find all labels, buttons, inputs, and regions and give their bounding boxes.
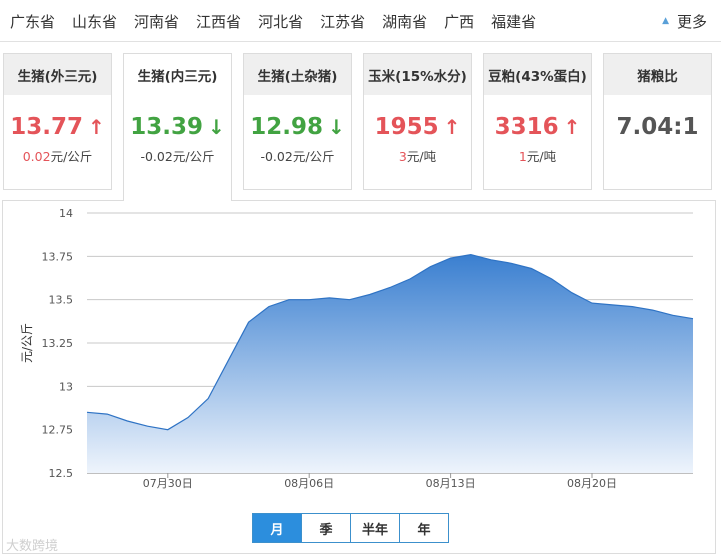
chart-panel: 12.5 12.75 13 13.25 13.5 13.75 14 07月30日 08月06日 0…	[2, 200, 716, 554]
y-tick-label: 12.5	[49, 467, 74, 480]
card-change-value: 1	[518, 149, 527, 164]
data-point	[631, 305, 633, 307]
card-title: 生猪(土杂猪)	[244, 54, 351, 95]
price-card[interactable]: 生猪(内三元) 13.39 ↓ -0.02元/公斤	[123, 53, 232, 201]
data-point	[369, 293, 371, 295]
province-link[interactable]: 广西	[444, 11, 474, 32]
x-tick-label: 08月20日	[567, 477, 617, 490]
arrow-up-icon: ↑	[563, 115, 581, 139]
province-link[interactable]: 江西省	[196, 11, 241, 32]
data-point	[672, 314, 674, 316]
data-point	[591, 302, 593, 304]
province-link[interactable]: 河北省	[258, 11, 303, 32]
y-tick-label: 13	[59, 380, 73, 393]
data-point	[409, 278, 411, 280]
card-title: 生猪(内三元)	[124, 54, 231, 95]
card-change-unit: 元/公斤	[50, 149, 93, 164]
arrow-up-icon: ↑	[443, 115, 461, 139]
price-card[interactable]: 豆粕(43%蛋白) 3316 ↑ 1元/吨	[483, 53, 592, 190]
more-label: 更多	[676, 12, 707, 31]
card-title: 猪粮比	[604, 54, 711, 95]
card-change-value: 3	[398, 149, 407, 164]
data-point	[126, 420, 128, 422]
card-price: 13.77	[10, 114, 83, 140]
data-point	[429, 266, 431, 268]
card-price: 1955	[374, 114, 439, 140]
data-point	[550, 278, 552, 280]
data-point	[167, 429, 169, 431]
data-point	[571, 292, 573, 294]
data-point	[470, 253, 472, 255]
card-change-unit: 元/吨	[406, 149, 437, 164]
data-point	[247, 321, 249, 323]
card-title: 玉米(15%水分)	[364, 54, 471, 95]
data-point	[86, 411, 88, 413]
card-change-value: 0.02	[22, 149, 51, 164]
card-price: 13.39	[130, 114, 203, 140]
y-tick-label: 13.25	[42, 337, 74, 350]
data-point	[288, 299, 290, 301]
card-price: 12.98	[250, 114, 323, 140]
watermark: 大数跨境	[6, 539, 59, 554]
province-list: 广东省 山东省 河南省 江西省 河北省 江苏省 湖南省 广西 福建省	[10, 0, 553, 42]
province-link[interactable]: 湖南省	[382, 11, 427, 32]
data-point	[187, 416, 189, 418]
y-axis-label: 元/公斤	[20, 323, 34, 363]
data-point	[268, 305, 270, 307]
y-tick-label: 13.5	[49, 294, 74, 307]
x-tick-label: 08月06日	[284, 477, 334, 490]
price-card[interactable]: 玉米(15%水分) 1955 ↑ 3元/吨	[363, 53, 472, 190]
data-point	[207, 397, 209, 399]
range-button[interactable]: 年	[400, 514, 448, 542]
price-card[interactable]: 生猪(外三元) 13.77 ↑ 0.02元/公斤	[3, 53, 112, 190]
data-point	[328, 297, 330, 299]
province-link[interactable]: 山东省	[72, 11, 117, 32]
range-selector: 月季半年年	[252, 513, 449, 543]
province-link[interactable]: 广东省	[10, 11, 55, 32]
card-title: 生猪(外三元)	[4, 54, 111, 95]
data-point	[308, 299, 310, 301]
y-tick-label: 12.75	[42, 424, 74, 437]
x-tick-label: 07月30日	[143, 477, 193, 490]
triangle-up-icon: ▲	[662, 16, 669, 26]
data-point	[449, 257, 451, 259]
arrow-down-icon: ↓	[208, 115, 225, 139]
price-card[interactable]: 猪粮比 7.04:1	[603, 53, 712, 190]
data-point	[611, 304, 613, 306]
data-point	[490, 259, 492, 261]
card-title: 豆粕(43%蛋白)	[484, 54, 591, 95]
y-tick-label: 14	[59, 207, 73, 220]
data-point	[389, 286, 391, 288]
card-change-unit: 元/公斤	[172, 149, 215, 164]
arrow-up-icon: ↑	[88, 115, 105, 139]
price-card[interactable]: 生猪(土杂猪) 12.98 ↓ -0.02元/公斤	[243, 53, 352, 190]
card-change-unit: 元/吨	[526, 149, 557, 164]
province-link[interactable]: 福建省	[491, 11, 536, 32]
data-point	[651, 309, 653, 311]
card-change-value: -0.02	[260, 149, 293, 164]
card-price: 3316	[494, 114, 559, 140]
province-bar: 广东省 山东省 河南省 江西省 河北省 江苏省 湖南省 广西 福建省 ▲ 更多	[0, 0, 721, 42]
x-tick-label: 08月13日	[426, 477, 476, 490]
range-button[interactable]: 季	[302, 514, 351, 542]
range-button[interactable]: 月	[253, 514, 302, 542]
card-price: 7.04:1	[616, 114, 699, 140]
data-point	[348, 299, 350, 301]
data-point	[227, 359, 229, 361]
price-area-chart: 12.5 12.75 13 13.25 13.5 13.75 14 07月30日 08月06日 0…	[20, 207, 694, 490]
card-change-unit: 元/公斤	[292, 149, 335, 164]
province-link[interactable]: 江苏省	[320, 11, 365, 32]
card-change-value: -0.02	[140, 149, 173, 164]
y-tick-label: 13.75	[42, 250, 74, 263]
province-link[interactable]: 河南省	[134, 11, 179, 32]
data-point	[146, 425, 148, 427]
more-button[interactable]: ▲ 更多	[662, 0, 707, 42]
data-point	[106, 413, 108, 415]
data-point	[530, 267, 532, 269]
data-point	[510, 262, 512, 264]
data-point	[692, 318, 694, 320]
range-button[interactable]: 半年	[351, 514, 400, 542]
arrow-down-icon: ↓	[328, 115, 345, 139]
